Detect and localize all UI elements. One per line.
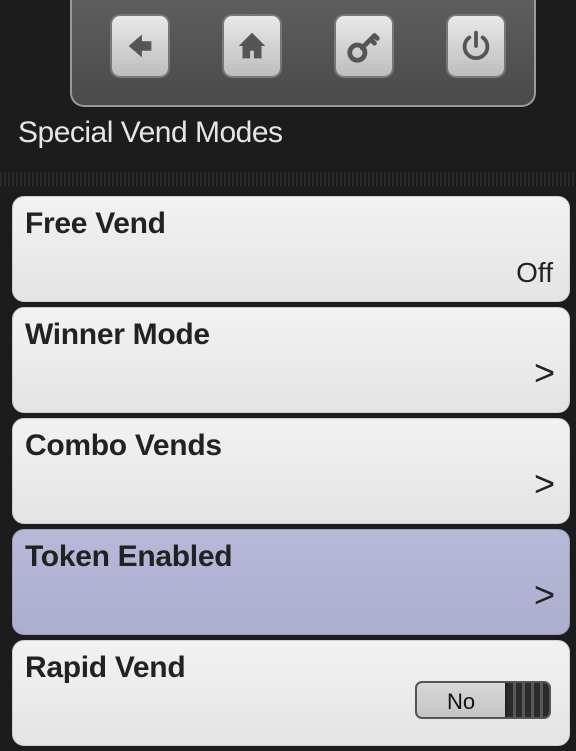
menu-item-token-enabled[interactable]: Token Enabled > (12, 529, 570, 635)
title-divider (0, 172, 576, 186)
screen: Special Vend Modes Free Vend Off Winner … (0, 0, 576, 751)
power-button[interactable] (446, 14, 506, 78)
menu-item-label: Combo Vends (25, 429, 222, 462)
menu-item-label: Rapid Vend (25, 651, 186, 684)
power-icon (462, 30, 490, 60)
back-button[interactable] (110, 14, 170, 78)
chevron-right-icon: > (533, 463, 555, 504)
back-arrow-icon (128, 34, 152, 58)
top-nav-bar (70, 0, 536, 107)
menu-item-free-vend[interactable]: Free Vend Off (12, 196, 570, 302)
menu-item-label: Free Vend (25, 207, 166, 240)
rapid-vend-toggle[interactable]: No (415, 681, 551, 719)
home-button[interactable] (222, 14, 282, 78)
free-vend-value: Off (516, 257, 553, 288)
key-icon (347, 33, 380, 63)
chevron-right-icon: > (533, 352, 555, 393)
menu-item-rapid-vend[interactable]: Rapid Vend No (12, 640, 570, 746)
key-button[interactable] (334, 14, 394, 78)
menu-item-combo-vends[interactable]: Combo Vends > (12, 418, 570, 524)
page-title: Special Vend Modes (18, 116, 283, 149)
toggle-state-label: No (447, 689, 476, 714)
menu-item-label: Token Enabled (25, 540, 233, 573)
toggle-thumb[interactable] (505, 683, 549, 717)
home-icon (238, 32, 266, 59)
chevron-right-icon: > (533, 574, 555, 615)
menu-item-winner-mode[interactable]: Winner Mode > (12, 307, 570, 413)
menu-item-label: Winner Mode (25, 318, 210, 351)
